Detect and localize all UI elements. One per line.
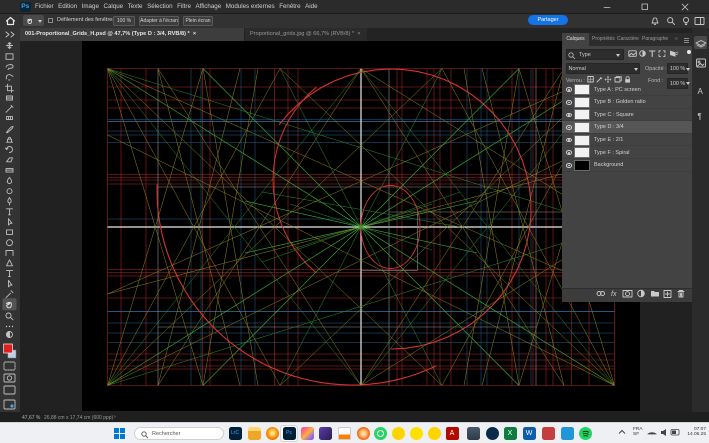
svg-text:¶: ¶	[698, 112, 702, 121]
svg-text:A: A	[698, 87, 704, 96]
svg-text:fx: fx	[611, 291, 617, 298]
